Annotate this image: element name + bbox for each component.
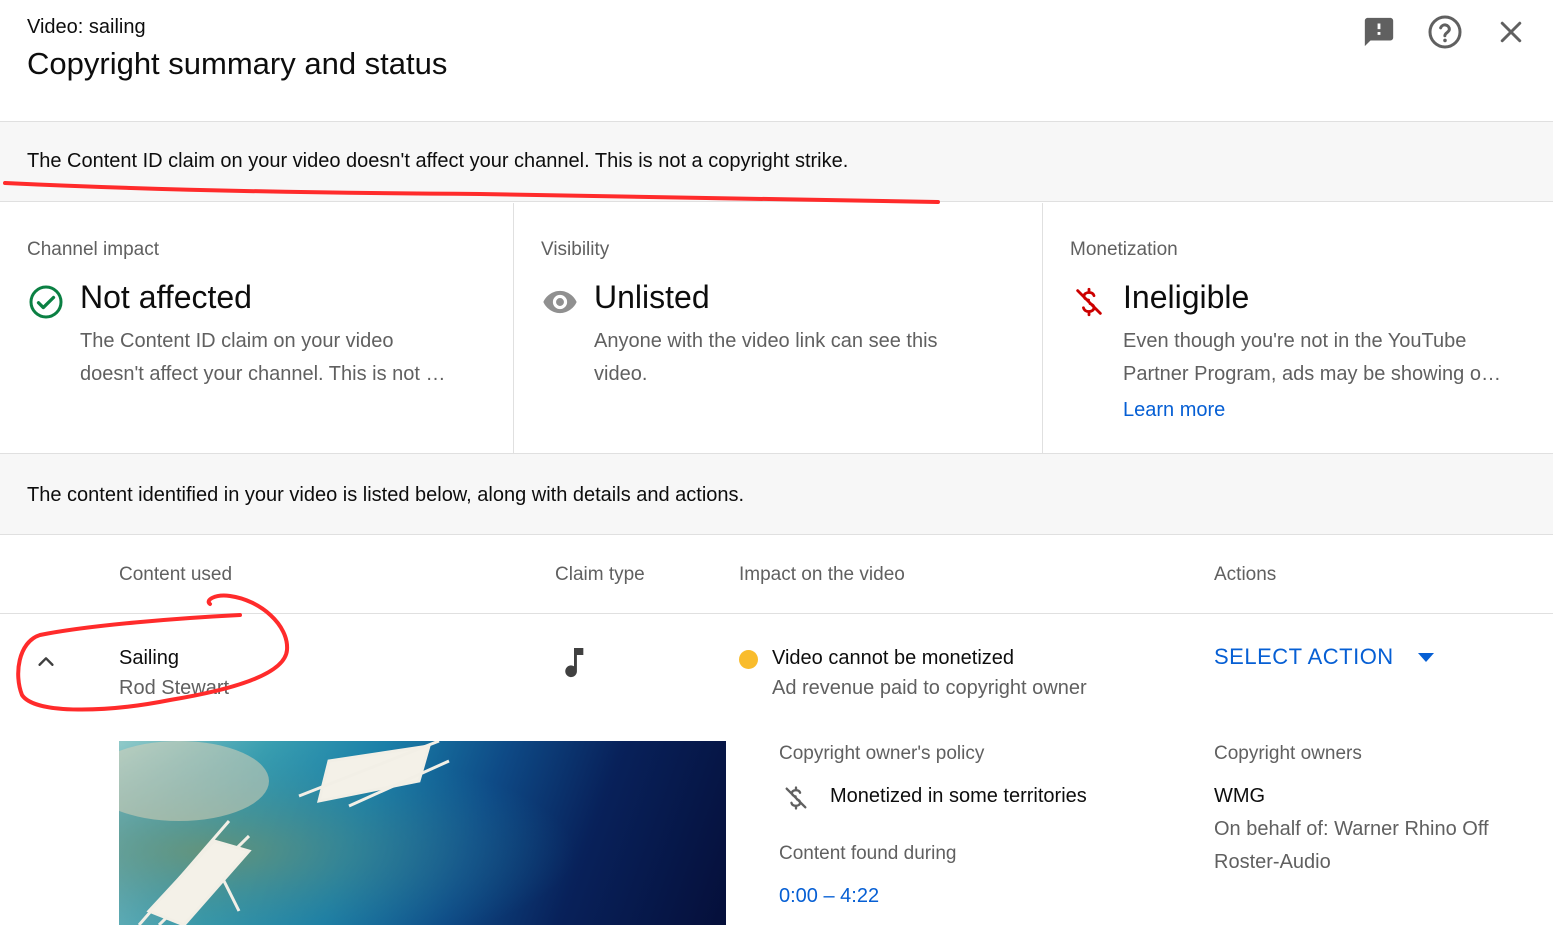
video-subtitle: Video: sailing	[27, 16, 146, 38]
chevron-up-icon[interactable]	[32, 648, 60, 676]
card-label: Channel impact	[27, 239, 160, 260]
owners-label: Copyright owners	[1214, 743, 1362, 764]
content-title: Sailing	[119, 647, 180, 669]
header-content-used[interactable]: Content used	[119, 564, 232, 586]
card-label: Visibility	[541, 239, 610, 260]
card-description: Anyone with the video link can see this …	[594, 325, 938, 391]
found-range-link[interactable]: 0:00 – 4:22	[779, 885, 879, 908]
visibility-card: Visibility Unlisted Anyone with the vide…	[514, 203, 1043, 453]
select-action-button[interactable]: SELECT ACTION	[1214, 644, 1434, 670]
header-impact[interactable]: Impact on the video	[739, 564, 905, 586]
policy-value: Monetized in some territories	[830, 785, 1087, 807]
found-label: Content found during	[779, 843, 957, 864]
dialog-header: Video: sailing Copyright summary and sta…	[0, 0, 1553, 122]
close-icon[interactable]	[1489, 12, 1533, 52]
check-circle-icon	[27, 283, 65, 321]
card-label: Monetization	[1070, 239, 1178, 260]
header-actions	[1357, 12, 1533, 52]
content-artist: Rod Stewart	[119, 677, 230, 699]
desc-line: doesn't affect your channel. This is not…	[80, 363, 446, 385]
dropdown-arrow-icon	[1417, 652, 1434, 662]
desc-line: Partner Program, ads may be showing o…	[1123, 363, 1501, 385]
impact-subtitle: Ad revenue paid to copyright owner	[772, 677, 1087, 699]
no-money-icon	[1070, 283, 1108, 321]
header-claim-type[interactable]: Claim type	[555, 564, 645, 586]
card-description: Even though you're not in the YouTube Pa…	[1123, 325, 1523, 391]
no-money-icon	[782, 783, 810, 813]
banner-text: The Content ID claim on your video doesn…	[27, 150, 849, 172]
impact-title: Video cannot be monetized	[772, 647, 1015, 669]
card-description: The Content ID claim on your video doesn…	[80, 325, 446, 391]
desc-line: Even though you're not in the YouTube	[1123, 330, 1467, 352]
policy-label: Copyright owner's policy	[779, 743, 985, 764]
owner-name: WMG	[1214, 785, 1266, 807]
card-value: Ineligible	[1123, 279, 1250, 315]
content-listed-banner: The content identified in your video is …	[0, 454, 1553, 535]
content-thumbnail	[119, 741, 726, 925]
table-header: Content used Claim type Impact on the vi…	[0, 536, 1553, 614]
eye-icon	[541, 283, 579, 321]
owner-line: On behalf of: Warner Rhino Off	[1214, 818, 1489, 840]
claim-banner: The Content ID claim on your video doesn…	[0, 122, 1553, 202]
owner-line: Roster-Audio	[1214, 851, 1331, 873]
desc-line: Anyone with the video link can see this	[594, 330, 938, 352]
page-title: Copyright summary and status	[27, 46, 448, 81]
channel-impact-card: Channel impact Not affected The Content …	[0, 203, 514, 453]
header-actions: Actions	[1214, 564, 1277, 585]
listed-text: The content identified in your video is …	[27, 484, 745, 506]
status-dot	[739, 650, 758, 669]
learn-more-link[interactable]: Learn more	[1123, 399, 1225, 422]
feedback-icon[interactable]	[1357, 12, 1401, 52]
music-note-icon	[560, 644, 588, 680]
desc-line: The Content ID claim on your video	[80, 330, 394, 352]
select-action-label: SELECT ACTION	[1214, 644, 1394, 669]
summary-cards: Channel impact Not affected The Content …	[0, 203, 1553, 454]
card-value: Not affected	[80, 279, 252, 315]
help-icon[interactable]	[1423, 12, 1467, 52]
desc-line: video.	[594, 363, 648, 385]
card-value: Unlisted	[594, 279, 710, 315]
monetization-card: Monetization Ineligible Even though you'…	[1043, 203, 1553, 453]
